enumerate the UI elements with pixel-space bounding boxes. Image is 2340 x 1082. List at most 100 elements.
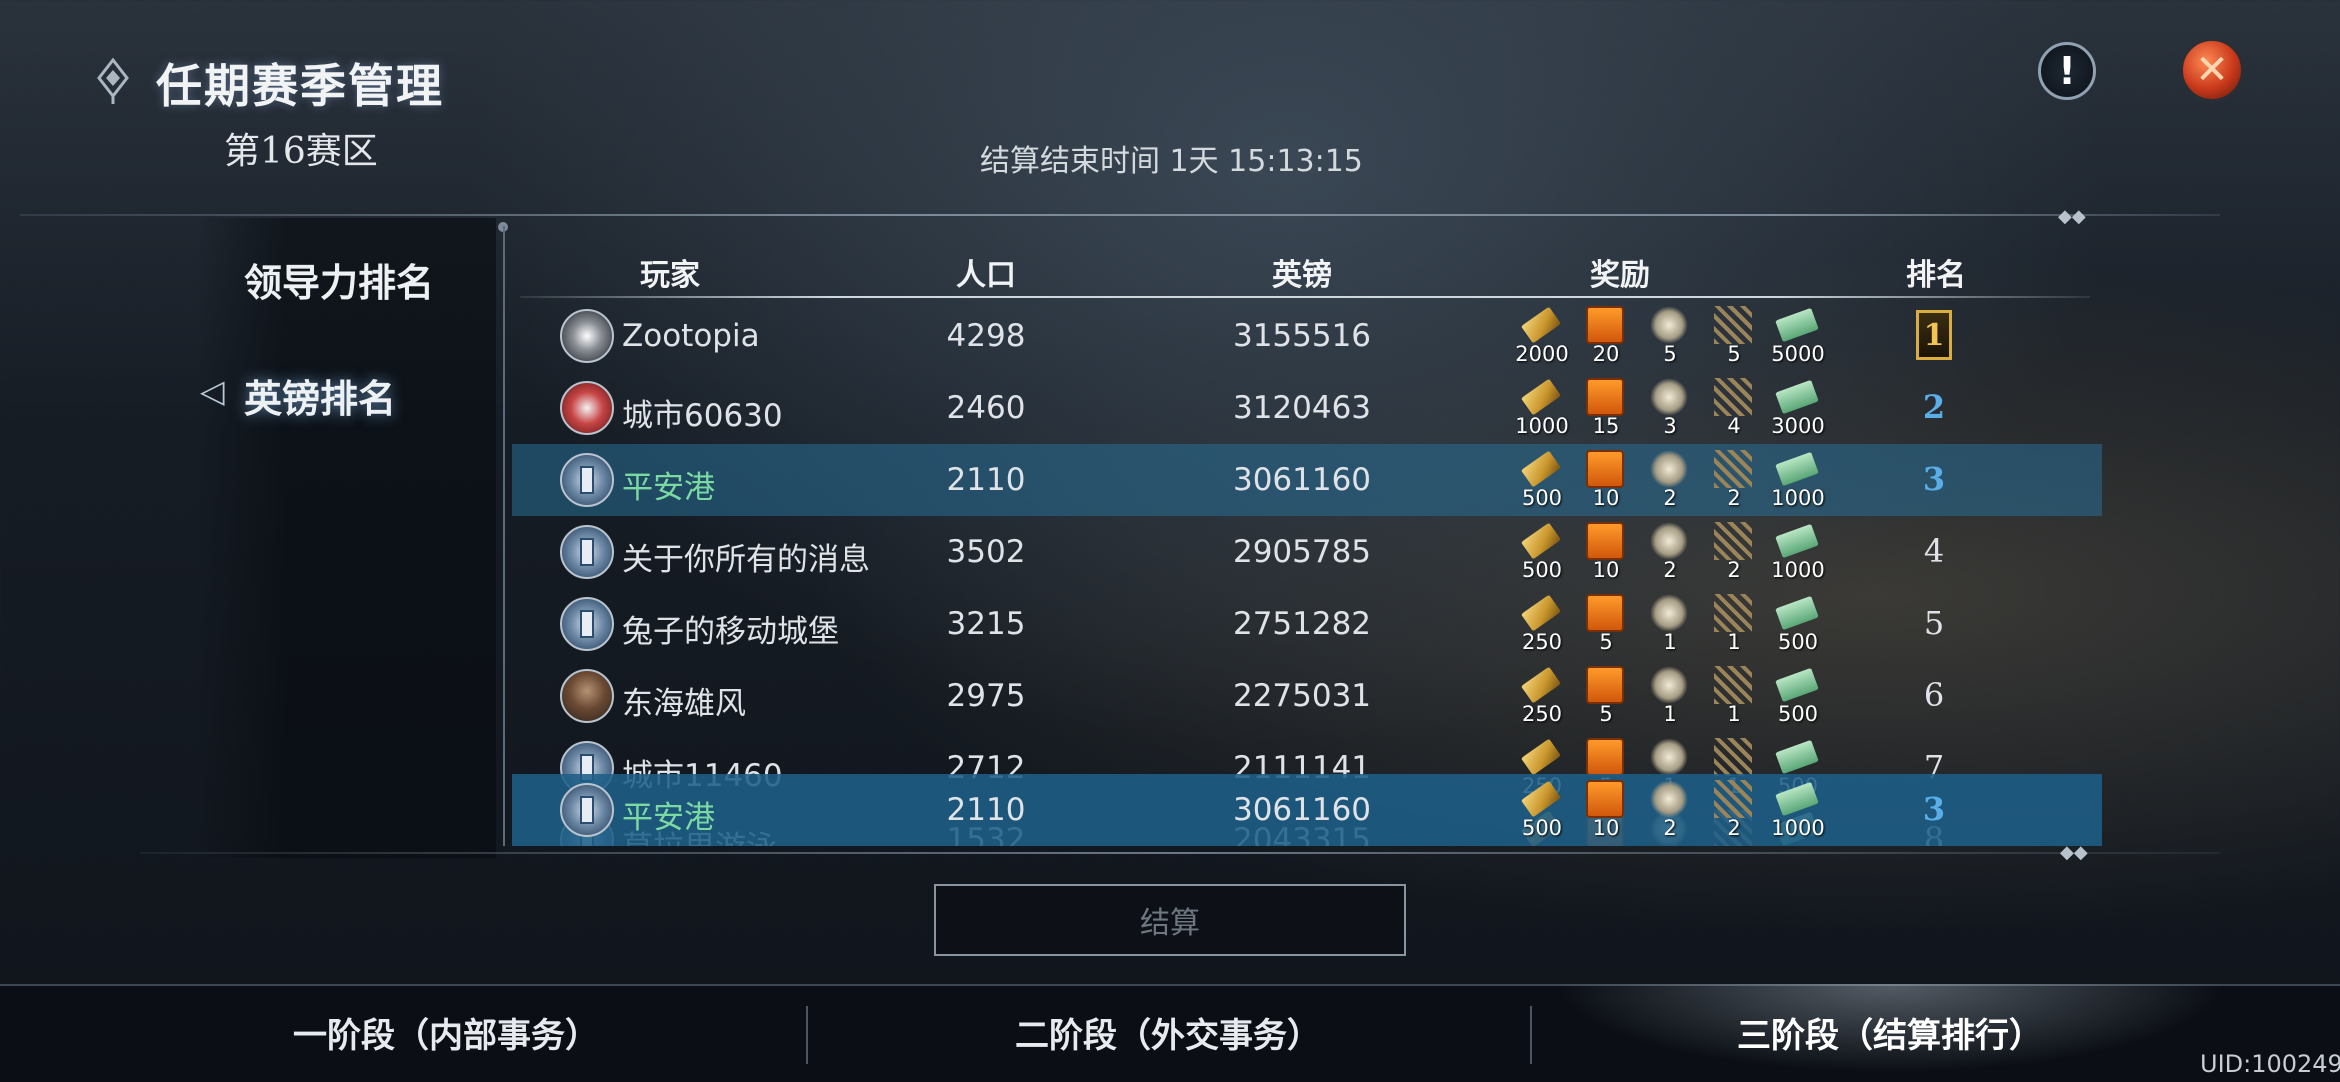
column-header-pounds: 英镑 bbox=[1272, 258, 1332, 293]
settle-button[interactable]: 结算 bbox=[934, 884, 1406, 956]
column-header-population: 人口 bbox=[956, 258, 1016, 293]
table-row[interactable]: 东海雄风 2975 2275031 250 5 1 1 500 6 bbox=[512, 660, 2102, 732]
gear-icon bbox=[1650, 594, 1688, 632]
treasure-chest-icon bbox=[1586, 450, 1624, 488]
rank-badge: 1 bbox=[1916, 310, 1952, 360]
reward-quantity: 1 bbox=[1663, 630, 1677, 654]
treasure-chest-icon bbox=[1586, 666, 1624, 704]
gear-icon bbox=[1650, 666, 1688, 704]
player-name: 兔子的移动城堡 bbox=[622, 614, 839, 650]
reward-quantity: 1000 bbox=[1771, 486, 1825, 510]
player-name: 关于你所有的消息 bbox=[622, 542, 870, 578]
column-header-rank: 排名 bbox=[1906, 258, 1966, 293]
reward-quantity: 1000 bbox=[1515, 414, 1569, 438]
tab-phase-3[interactable]: 三阶段（结算排行） bbox=[1528, 984, 2252, 1080]
treasure-chest-icon bbox=[1586, 522, 1624, 560]
reward-item: 1 bbox=[1640, 666, 1700, 730]
ladder-icon bbox=[1714, 738, 1752, 776]
pounds-value: 2751282 bbox=[1232, 606, 1372, 642]
rank-value: 3 bbox=[1922, 460, 1946, 498]
treasure-chest-icon bbox=[1586, 594, 1624, 632]
reward-item: 1 bbox=[1704, 666, 1764, 730]
reward-item: 2000 bbox=[1512, 306, 1572, 370]
exclamation-icon: ! bbox=[2058, 49, 2076, 93]
ladder-icon bbox=[1714, 666, 1752, 704]
reward-item: 500 bbox=[1512, 450, 1572, 514]
reward-item: 3000 bbox=[1768, 378, 1828, 442]
gold-bar-icon bbox=[1520, 306, 1562, 344]
reward-quantity: 10 bbox=[1592, 816, 1620, 840]
close-button[interactable]: ✕ bbox=[2180, 38, 2244, 102]
population-value: 3215 bbox=[946, 606, 1026, 642]
table-row[interactable]: 城市60630 2460 3120463 1000 15 3 4 3000 2 bbox=[512, 372, 2102, 444]
reward-quantity: 5 bbox=[1727, 342, 1741, 366]
column-header-player: 玩家 bbox=[640, 258, 700, 293]
player-avatar-icon bbox=[560, 309, 614, 363]
gold-bar-icon bbox=[1520, 738, 1562, 776]
divider-ornament-icon: ◆◆ bbox=[2060, 842, 2088, 863]
reward-quantity: 500 bbox=[1521, 486, 1563, 510]
player-avatar-icon bbox=[560, 597, 614, 651]
player-avatar-icon bbox=[560, 453, 614, 507]
ranking-list[interactable]: Zootopia 4298 3155516 2000 20 5 5 5000 1 城市60630 2… bbox=[512, 298, 2102, 846]
reward-item: 2 bbox=[1640, 780, 1700, 844]
cash-icon bbox=[1775, 379, 1819, 415]
pounds-value: 3061160 bbox=[1232, 462, 1372, 498]
rank-value: 5 bbox=[1923, 604, 1945, 642]
player-name: Zootopia bbox=[622, 318, 760, 354]
tab-phase-2[interactable]: 二阶段（外交事务） bbox=[806, 984, 1530, 1080]
cash-icon bbox=[1775, 523, 1819, 559]
info-button[interactable]: ! bbox=[2038, 42, 2096, 100]
reward-quantity: 2000 bbox=[1515, 342, 1569, 366]
reward-quantity: 2 bbox=[1663, 486, 1677, 510]
reward-quantity: 500 bbox=[1521, 558, 1563, 582]
reward-item: 5 bbox=[1704, 306, 1764, 370]
table-row[interactable]: 关于你所有的消息 3502 2905785 500 10 2 2 1000 4 bbox=[512, 516, 2102, 588]
close-icon: ✕ bbox=[2195, 47, 2229, 93]
reward-item: 2 bbox=[1704, 780, 1764, 844]
tab-phase-1[interactable]: 一阶段（内部事务） bbox=[84, 984, 808, 1080]
reward-quantity: 5 bbox=[1599, 702, 1613, 726]
reward-quantity: 2 bbox=[1727, 816, 1741, 840]
reward-quantity: 1 bbox=[1663, 702, 1677, 726]
rank-value: 3 bbox=[1922, 790, 1946, 828]
reward-quantity: 10 bbox=[1592, 486, 1620, 510]
reward-quantity: 2 bbox=[1663, 558, 1677, 582]
reward-quantity: 2 bbox=[1727, 486, 1741, 510]
sidebar-item-leadership-ranking[interactable]: 领导力排名 bbox=[244, 252, 434, 307]
treasure-chest-icon bbox=[1586, 378, 1624, 416]
table-row[interactable]: Zootopia 4298 3155516 2000 20 5 5 5000 1 bbox=[512, 300, 2102, 372]
reward-item: 500 bbox=[1768, 594, 1828, 658]
ranking-sidebar bbox=[196, 218, 496, 858]
cash-icon bbox=[1775, 307, 1819, 343]
reward-quantity: 5000 bbox=[1771, 342, 1825, 366]
sidebar-item-pound-ranking[interactable]: 英镑排名 bbox=[244, 368, 396, 423]
table-row[interactable]: 兔子的移动城堡 3215 2751282 250 5 1 1 500 5 bbox=[512, 588, 2102, 660]
reward-quantity: 5 bbox=[1599, 630, 1613, 654]
reward-quantity: 20 bbox=[1592, 342, 1620, 366]
reward-quantity: 15 bbox=[1592, 414, 1620, 438]
gold-bar-icon bbox=[1520, 378, 1562, 416]
reward-quantity: 500 bbox=[1521, 816, 1563, 840]
reward-item: 3 bbox=[1640, 378, 1700, 442]
table-row[interactable]: 平安港 2110 3061160 500 10 2 2 1000 3 bbox=[512, 444, 2102, 516]
reward-item: 5 bbox=[1640, 306, 1700, 370]
pinned-self-row[interactable]: 平安港 2110 3061160 500 10 2 2 1000 3 bbox=[512, 774, 2102, 846]
reward-item: 1 bbox=[1640, 594, 1700, 658]
reward-item: 10 bbox=[1576, 522, 1636, 586]
reward-item: 500 bbox=[1512, 780, 1572, 844]
reward-item: 15 bbox=[1576, 378, 1636, 442]
player-name: 平安港 bbox=[622, 470, 715, 506]
tower-emblem-icon bbox=[580, 796, 594, 824]
reward-quantity: 250 bbox=[1521, 630, 1563, 654]
zone-label: 第16赛区 bbox=[224, 131, 378, 172]
ladder-icon bbox=[1714, 450, 1752, 488]
reward-item: 2 bbox=[1640, 522, 1700, 586]
reward-quantity: 1000 bbox=[1771, 558, 1825, 582]
reward-item: 2 bbox=[1704, 450, 1764, 514]
ladder-icon bbox=[1714, 378, 1752, 416]
tower-emblem-icon bbox=[580, 610, 594, 638]
table-left-border bbox=[503, 226, 505, 846]
reward-item: 2 bbox=[1704, 522, 1764, 586]
player-avatar-icon bbox=[560, 669, 614, 723]
